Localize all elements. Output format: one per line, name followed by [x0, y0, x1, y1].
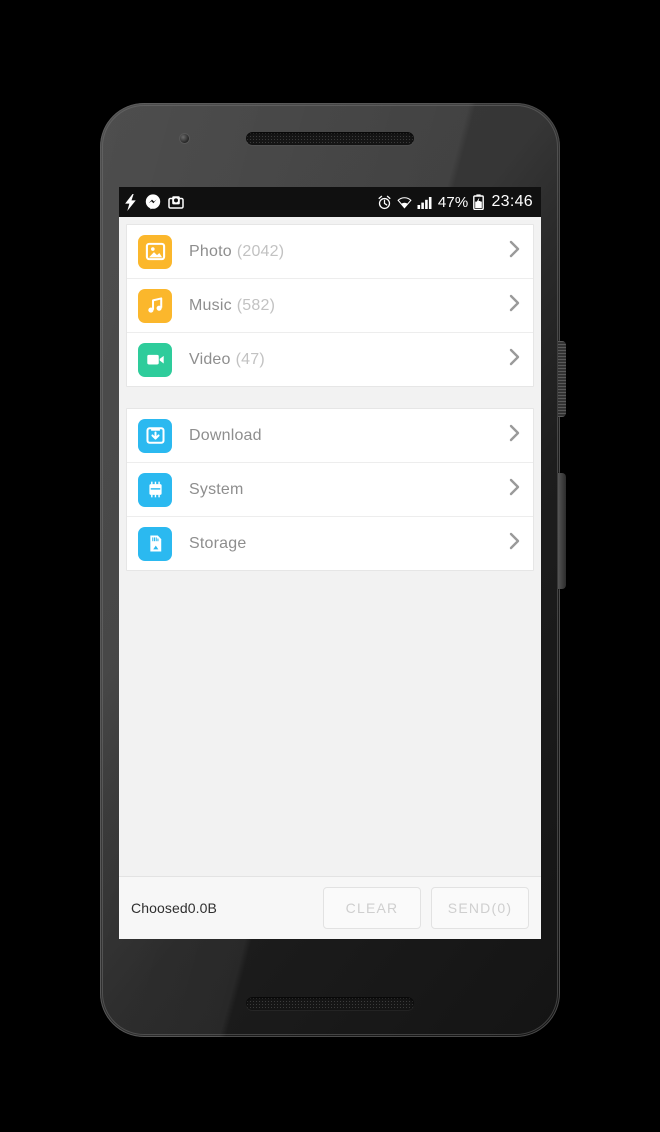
list-item-title: Download [189, 426, 262, 444]
screenshot-stage: 47% 23:46 Photo (2042) Music (582) Video… [0, 0, 660, 1132]
download-icon [138, 418, 172, 453]
list-item-title: Video [189, 350, 231, 368]
chevron-right-icon [508, 477, 521, 502]
list-item-title: Photo [189, 242, 232, 260]
charging-bolt-icon [125, 193, 138, 211]
list-item-video[interactable]: Video (47) [127, 333, 533, 386]
list-item-title: Music [189, 296, 232, 314]
chevron-right-icon [508, 531, 521, 556]
screenshot-icon [168, 194, 184, 210]
earpiece-speaker [246, 132, 414, 145]
chosen-size-label: Choosed0.0B [131, 900, 217, 916]
list-item-count: (2042) [236, 242, 285, 260]
list-item-photo[interactable]: Photo (2042) [127, 225, 533, 279]
front-camera-icon [180, 134, 189, 143]
list-item-title: Storage [189, 534, 247, 552]
bottom-speaker [246, 997, 414, 1010]
storage-icon [138, 526, 172, 561]
signal-icon [417, 195, 433, 210]
list-item-label-group: Download [189, 427, 267, 445]
category-list: Photo (2042) Music (582) Video (47) Down… [119, 217, 541, 876]
messenger-icon [145, 194, 161, 210]
list-item-download[interactable]: Download [127, 409, 533, 463]
clock-label: 23:46 [491, 193, 533, 210]
video-icon [138, 342, 172, 377]
media-group-card: Photo (2042) Music (582) Video (47) [126, 224, 534, 387]
system-group-card: Download System Storage [126, 408, 534, 571]
chevron-right-icon [508, 423, 521, 448]
list-item-label-group: Video (47) [189, 351, 265, 369]
chevron-right-icon [508, 239, 521, 264]
battery-percent-label: 47% [437, 193, 469, 211]
list-item-count: (582) [236, 296, 276, 314]
chevron-right-icon [508, 347, 521, 372]
system-icon [138, 472, 172, 507]
status-bar-right-icons: 47% 23:46 [377, 193, 533, 211]
app-content: Photo (2042) Music (582) Video (47) Down… [119, 217, 541, 939]
volume-rocker-button[interactable] [558, 473, 566, 589]
list-item-music[interactable]: Music (582) [127, 279, 533, 333]
list-item-title: System [189, 480, 244, 498]
list-item-label-group: Storage [189, 535, 251, 553]
status-bar-left-icons [125, 193, 184, 211]
clear-button[interactable]: CLEAR [323, 887, 421, 929]
phone-screen: 47% 23:46 Photo (2042) Music (582) Video… [119, 187, 541, 939]
wifi-icon [397, 195, 412, 210]
group-separator [119, 387, 541, 408]
battery-icon [473, 194, 485, 211]
bottom-action-bar: Choosed0.0B CLEAR SEND(0) [119, 876, 541, 939]
list-item-label-group: System [189, 481, 249, 499]
send-button[interactable]: SEND(0) [431, 887, 529, 929]
list-item-count: (47) [235, 350, 265, 368]
photo-icon [138, 234, 172, 269]
list-item-label-group: Photo (2042) [189, 243, 284, 261]
alarm-icon [377, 195, 392, 210]
power-button[interactable] [558, 341, 566, 417]
bottom-buttons: CLEAR SEND(0) [323, 887, 529, 929]
status-bar: 47% 23:46 [119, 187, 541, 217]
phone-device: 47% 23:46 Photo (2042) Music (582) Video… [100, 103, 566, 1037]
list-item-label-group: Music (582) [189, 297, 275, 315]
chevron-right-icon [508, 293, 521, 318]
list-item-storage[interactable]: Storage [127, 517, 533, 570]
music-icon [138, 288, 172, 323]
list-item-system[interactable]: System [127, 463, 533, 517]
